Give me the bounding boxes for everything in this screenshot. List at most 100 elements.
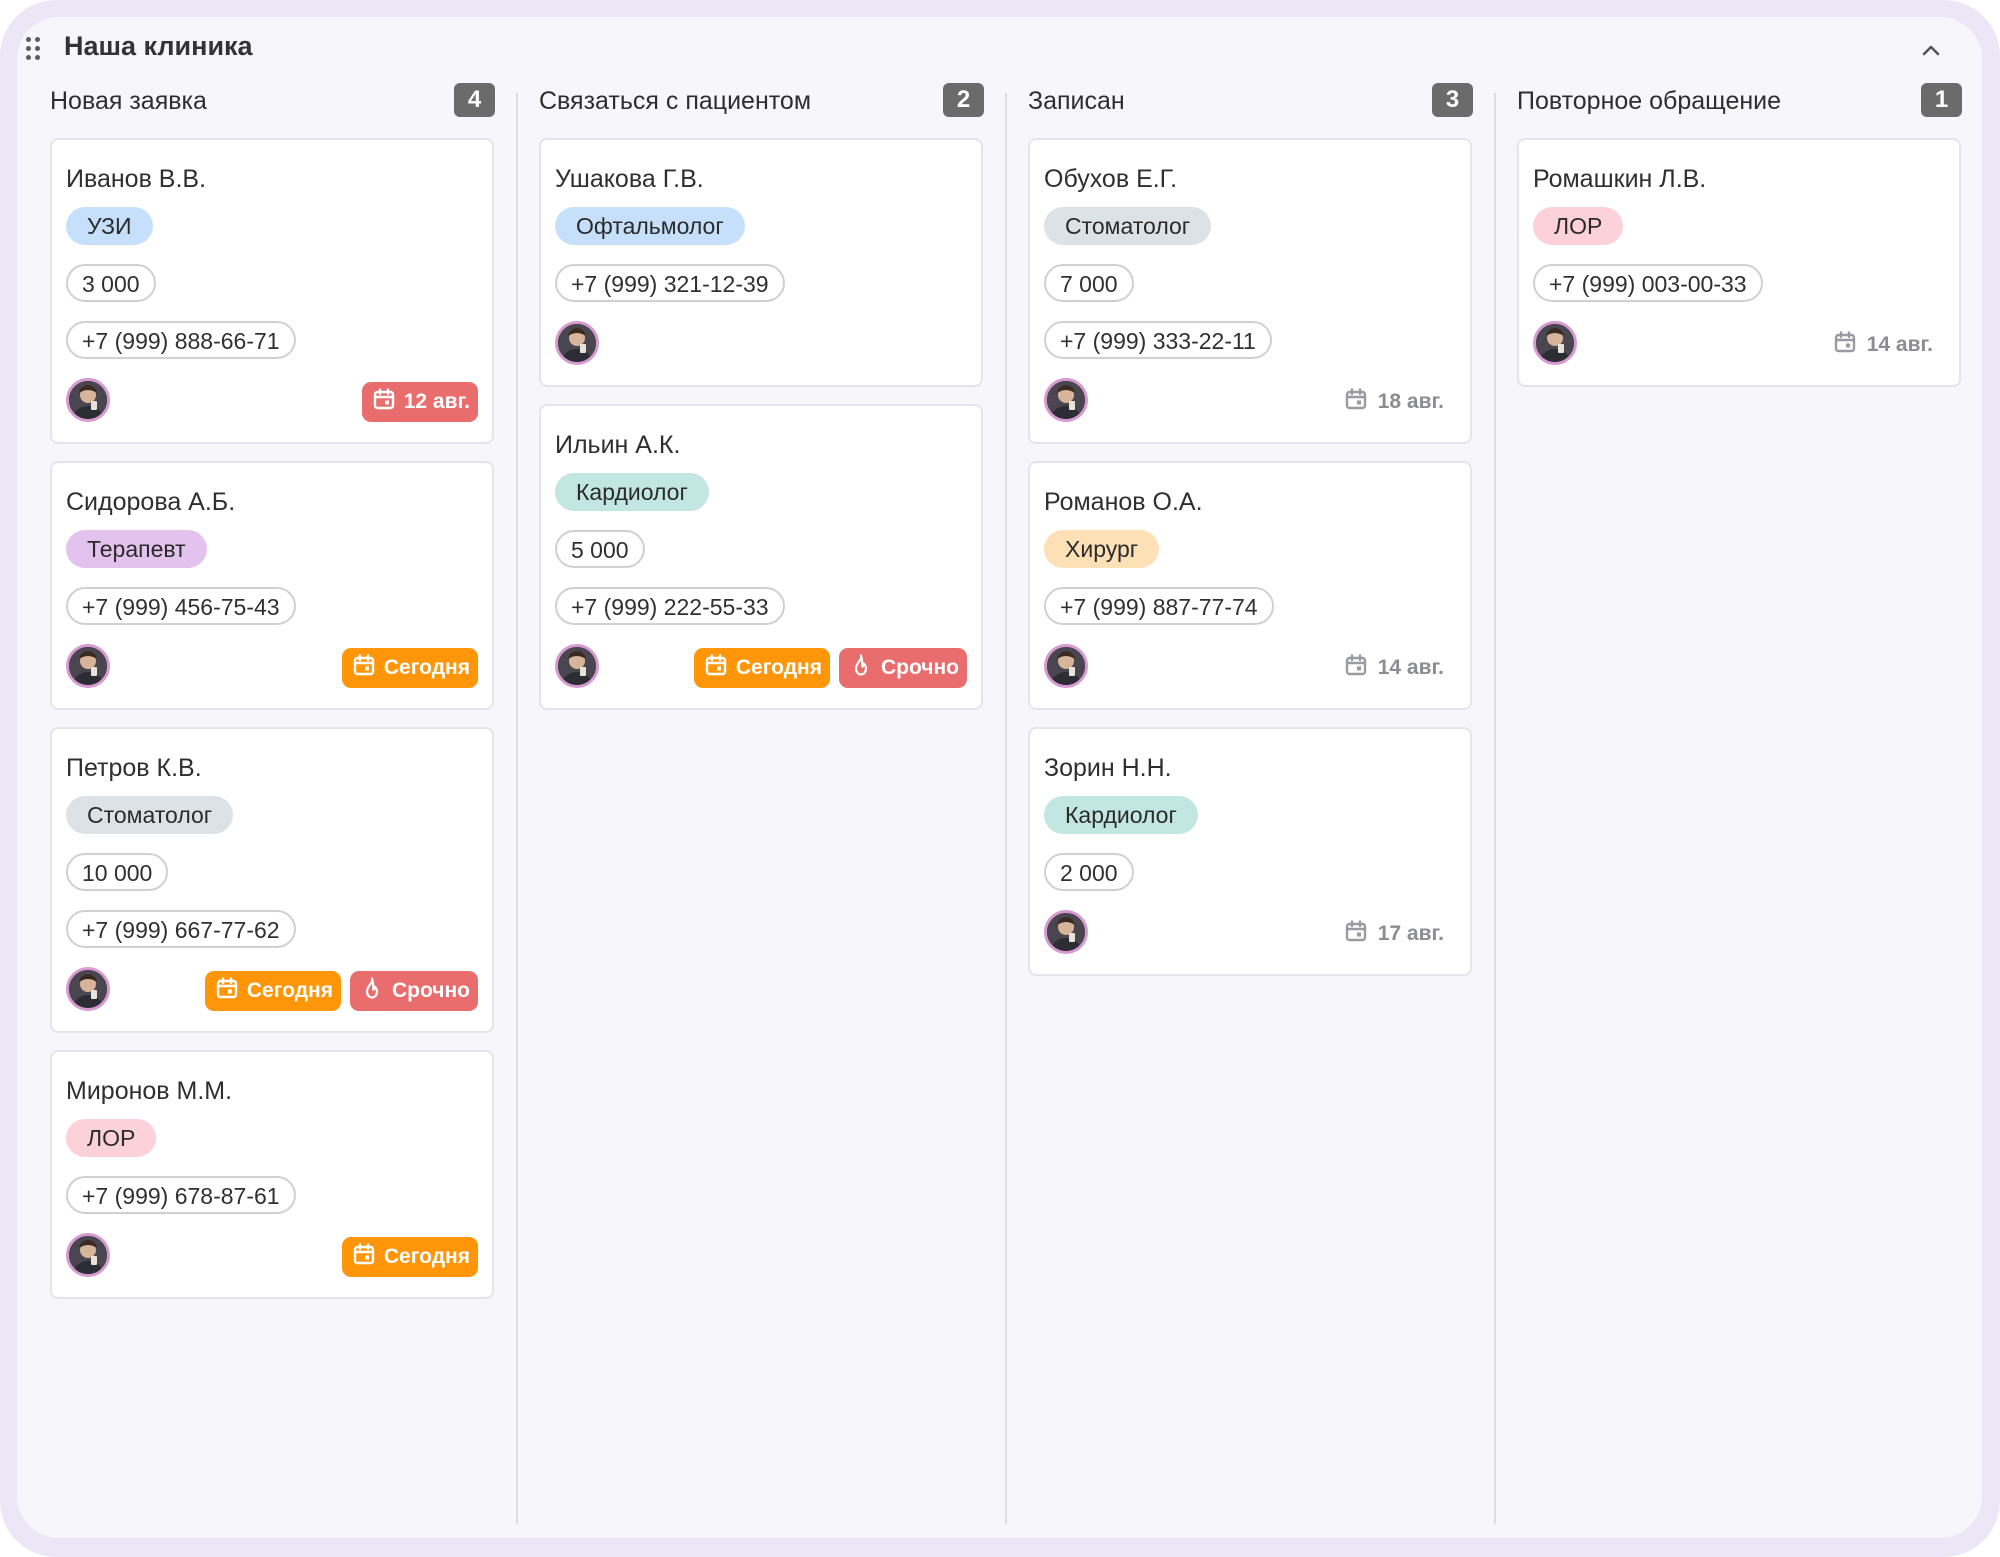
date-badge-label: 12 авг. bbox=[403, 390, 470, 413]
kanban-column: Связаться с пациентом 2 Ушакова Г.В. Офт… bbox=[506, 75, 996, 1538]
column-header: Повторное обращение 1 bbox=[1517, 75, 1962, 125]
phone-pill[interactable]: +7 (999) 003-00-33 bbox=[1533, 264, 1763, 302]
column-title: Новая заявка bbox=[50, 87, 207, 115]
avatar[interactable] bbox=[555, 321, 599, 365]
card-footer: Сегодня bbox=[66, 644, 478, 690]
specialty-tag: Офтальмолог bbox=[555, 207, 745, 245]
due-date-label: 14 авг. bbox=[1866, 333, 1933, 356]
patient-card[interactable]: Ильин А.К. Кардиолог 5 000 +7 (999) 222-55… bbox=[539, 404, 983, 710]
urgent-badge-label: Срочно bbox=[391, 979, 470, 1002]
patient-card[interactable]: Иванов В.В. УЗИ 3 000 +7 (999) 888-66-71 1… bbox=[50, 138, 494, 444]
card-badges: 14 авг. bbox=[1344, 648, 1456, 688]
patient-name: Сидорова А.Б. bbox=[66, 488, 236, 516]
column-header: Связаться с пациентом 2 bbox=[539, 75, 984, 125]
patient-card[interactable]: Миронов М.М. ЛОР +7 (999) 678-87-61 Сегод… bbox=[50, 1050, 494, 1299]
patient-name: Романов О.А. bbox=[1044, 488, 1203, 516]
board-title: Наша клиника bbox=[64, 31, 253, 61]
avatar[interactable] bbox=[66, 1233, 110, 1277]
patient-name: Обухов Е.Г. bbox=[1044, 165, 1178, 193]
patient-card[interactable]: Обухов Е.Г. Стоматолог 7 000 +7 (999) 333-… bbox=[1028, 138, 1472, 444]
patient-name: Иванов В.В. bbox=[66, 165, 207, 193]
board-columns: Новая заявка 4 Иванов В.В. УЗИ 3 000 +7 (9… bbox=[17, 75, 1982, 1538]
avatar[interactable] bbox=[1044, 378, 1088, 422]
date-badge-label: Сегодня bbox=[735, 656, 822, 679]
card-footer: 12 авг. bbox=[66, 378, 478, 424]
urgent-badge: Срочно bbox=[349, 971, 478, 1011]
patient-name: Ушакова Г.В. bbox=[555, 165, 704, 193]
card-badges: 17 авг. bbox=[1344, 914, 1456, 954]
phone-pill[interactable]: +7 (999) 456-75-43 bbox=[66, 587, 296, 625]
avatar[interactable] bbox=[66, 644, 110, 688]
column-count-badge: 1 bbox=[1921, 83, 1962, 117]
calendar-icon bbox=[215, 976, 247, 1006]
specialty-tag: УЗИ bbox=[66, 207, 153, 245]
price-pill: 5 000 bbox=[555, 530, 645, 568]
kanban-board: Наша клиника Новая заявка 4 Иванов В.В. … bbox=[17, 17, 1982, 1538]
column-title: Записан bbox=[1028, 87, 1125, 115]
price-pill: 7 000 bbox=[1044, 264, 1134, 302]
patient-card[interactable]: Ушакова Г.В. Офтальмолог +7 (999) 321-12-… bbox=[539, 138, 983, 387]
card-badges: 14 авг. bbox=[1833, 325, 1945, 365]
card-list: Обухов Е.Г. Стоматолог 7 000 +7 (999) 333-… bbox=[1028, 138, 1472, 993]
patient-card[interactable]: Ромашкин Л.В. ЛОР +7 (999) 003-00-33 14 а… bbox=[1517, 138, 1961, 387]
chevron-up-icon[interactable] bbox=[1916, 35, 1946, 65]
urgent-badge: Срочно bbox=[838, 648, 967, 688]
card-list: Ушакова Г.В. Офтальмолог +7 (999) 321-12-… bbox=[539, 138, 983, 727]
specialty-tag: ЛОР bbox=[1533, 207, 1624, 245]
phone-pill[interactable]: +7 (999) 222-55-33 bbox=[555, 587, 785, 625]
specialty-tag: ЛОР bbox=[66, 1119, 157, 1157]
due-date: 14 авг. bbox=[1833, 325, 1945, 365]
phone-pill[interactable]: +7 (999) 888-66-71 bbox=[66, 321, 296, 359]
phone-pill[interactable]: +7 (999) 667-77-62 bbox=[66, 910, 296, 948]
date-badge-label: Сегодня bbox=[246, 979, 333, 1002]
due-date-label: 17 авг. bbox=[1377, 922, 1444, 945]
avatar[interactable] bbox=[66, 378, 110, 422]
date-badge: Сегодня bbox=[204, 971, 341, 1011]
card-footer: 14 авг. bbox=[1044, 644, 1456, 690]
calendar-icon bbox=[1833, 330, 1867, 360]
avatar[interactable] bbox=[66, 967, 110, 1011]
avatar[interactable] bbox=[1044, 910, 1088, 954]
date-badge: Сегодня bbox=[341, 1237, 478, 1277]
phone-pill[interactable]: +7 (999) 887-77-74 bbox=[1044, 587, 1274, 625]
patient-name: Зорин Н.Н. bbox=[1044, 754, 1172, 782]
date-badge: Сегодня bbox=[341, 648, 478, 688]
window-frame: Наша клиника Новая заявка 4 Иванов В.В. … bbox=[0, 0, 2000, 1557]
card-badges: Сегодня bbox=[333, 648, 478, 688]
patient-card[interactable]: Романов О.А. Хирург +7 (999) 887-77-74 14… bbox=[1028, 461, 1472, 710]
column-header: Новая заявка 4 bbox=[50, 75, 495, 125]
phone-pill[interactable]: +7 (999) 333-22-11 bbox=[1044, 321, 1272, 359]
patient-name: Ромашкин Л.В. bbox=[1533, 165, 1707, 193]
avatar[interactable] bbox=[1044, 644, 1088, 688]
drag-handle-icon[interactable] bbox=[26, 37, 42, 61]
avatar[interactable] bbox=[1533, 321, 1577, 365]
calendar-icon bbox=[1344, 919, 1378, 949]
patient-card[interactable]: Зорин Н.Н. Кардиолог 2 000 17 авг. bbox=[1028, 727, 1472, 976]
price-pill: 2 000 bbox=[1044, 853, 1134, 891]
card-badges: 18 авг. bbox=[1344, 382, 1456, 422]
specialty-tag: Терапевт bbox=[66, 530, 207, 568]
card-footer: 18 авг. bbox=[1044, 378, 1456, 424]
date-badge-label: Сегодня bbox=[383, 656, 470, 679]
patient-card[interactable]: Петров К.В. Стоматолог 10 000 +7 (999) 667… bbox=[50, 727, 494, 1033]
column-header: Записан 3 bbox=[1028, 75, 1473, 125]
phone-pill[interactable]: +7 (999) 678-87-61 bbox=[66, 1176, 296, 1214]
specialty-tag: Стоматолог bbox=[66, 796, 234, 834]
patient-name: Ильин А.К. bbox=[555, 431, 681, 459]
urgent-badge-label: Срочно bbox=[880, 656, 959, 679]
calendar-icon bbox=[372, 387, 404, 417]
price-pill: 10 000 bbox=[66, 853, 169, 891]
phone-pill[interactable]: +7 (999) 321-12-39 bbox=[555, 264, 785, 302]
avatar[interactable] bbox=[555, 644, 599, 688]
card-badges: Сегодня bbox=[333, 1237, 478, 1277]
calendar-icon bbox=[352, 653, 384, 683]
price-pill: 3 000 bbox=[66, 264, 156, 302]
calendar-icon bbox=[1344, 653, 1378, 683]
card-badges: Сегодня Срочно bbox=[685, 648, 967, 688]
card-badges: Сегодня Срочно bbox=[196, 971, 478, 1011]
specialty-tag: Кардиолог bbox=[555, 473, 709, 511]
date-badge: Сегодня bbox=[693, 648, 830, 688]
patient-card[interactable]: Сидорова А.Б. Терапевт +7 (999) 456-75-43… bbox=[50, 461, 494, 710]
kanban-column: Повторное обращение 1 Ромашкин Л.В. ЛОР +… bbox=[1484, 75, 1974, 1538]
calendar-icon bbox=[704, 653, 736, 683]
